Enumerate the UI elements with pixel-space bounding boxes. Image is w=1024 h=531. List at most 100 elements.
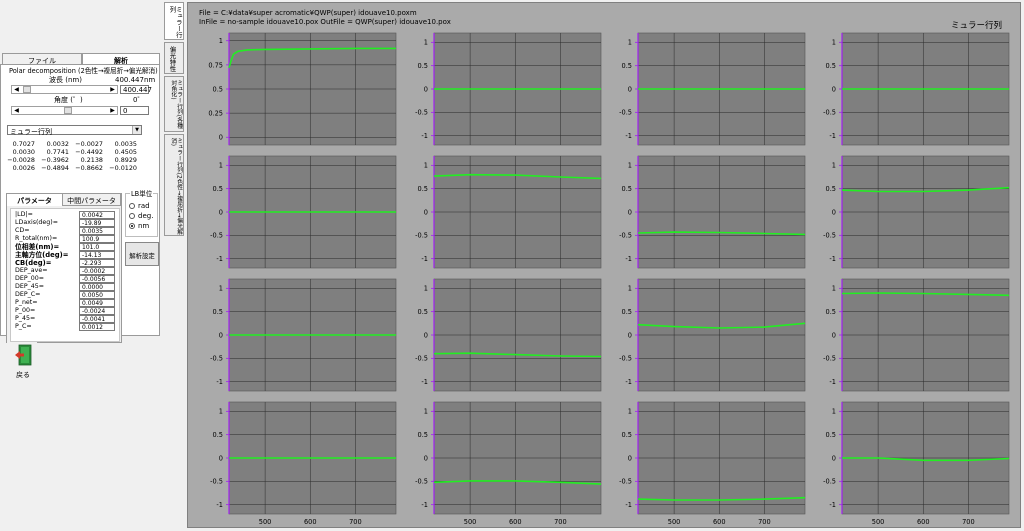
vtab-mueller-matrix[interactable]: ミュラー行列	[164, 2, 184, 40]
arrow-left-icon[interactable]: ◀	[12, 107, 21, 114]
param-value: -0.0056	[79, 275, 115, 283]
y-tick-label: 0.5	[826, 185, 837, 193]
vtab-mueller-diagonalization[interactable]: ミュラー行列(各種対角化)	[164, 76, 184, 132]
slider-thumb[interactable]	[23, 86, 31, 93]
y-tick-label: 1	[219, 285, 223, 293]
wavelength-slider[interactable]: ◀ ▶	[11, 85, 118, 94]
y-tick-label: -0.5	[210, 232, 223, 240]
y-tick-label: 0	[628, 454, 632, 462]
slider-thumb[interactable]	[64, 107, 72, 114]
y-tick-label: -1	[625, 378, 632, 386]
x-tick-label: 700	[962, 518, 975, 526]
matrix-cell: −0.3962	[41, 156, 69, 164]
graph-area: File = C:¥data¥super acromatic¥QWP(super…	[187, 2, 1021, 528]
chart-panel: -1 -0.5 0 0.5 1	[619, 155, 806, 269]
param-value: -19.89	[79, 219, 115, 227]
param-label: DEP_00=	[15, 275, 45, 282]
radio-label: deg.	[138, 212, 154, 220]
y-tick-label: 0.75	[208, 61, 223, 69]
back-button[interactable]: 戻る	[7, 342, 37, 380]
y-tick-label: 0	[219, 331, 223, 339]
display-select[interactable]: ミュラー行列 ▼	[7, 125, 142, 136]
wavelength-input[interactable]: 400.447	[120, 85, 152, 94]
matrix-cell: −0.0120	[109, 164, 137, 172]
x-tick-label: 600	[917, 518, 930, 526]
y-tick-label: 1	[424, 285, 428, 293]
y-tick-label: 0.5	[418, 62, 429, 70]
tab-intermediate-parameters[interactable]: 中間パラメータ	[63, 194, 121, 206]
lb-unit-title: LB単位	[130, 190, 154, 198]
matrix-cell: 0.8929	[114, 156, 137, 164]
x-tick-label: 600	[509, 518, 522, 526]
y-tick-label: 0	[832, 208, 836, 216]
y-tick-label: 0	[424, 208, 428, 216]
y-tick-label: 0	[832, 454, 836, 462]
param-value: 0.0050	[79, 291, 115, 299]
param-value: -0.0041	[79, 315, 115, 323]
chevron-down-icon[interactable]: ▼	[132, 126, 141, 134]
x-tick-label: 500	[872, 518, 885, 526]
vtab-mueller-polar-decomposition[interactable]: ミュラー行列(2色性→複屈折→偏光解消)	[164, 134, 184, 236]
y-tick-label: -0.5	[823, 232, 836, 240]
y-tick-label: -1	[829, 378, 836, 386]
param-value: -0.0024	[79, 307, 115, 315]
radio-nm[interactable]	[129, 223, 135, 229]
arrow-left-icon[interactable]: ◀	[12, 86, 21, 93]
param-value: 100.9	[79, 235, 115, 243]
y-tick-label: -1	[421, 255, 428, 263]
radio-deg[interactable]	[129, 213, 135, 219]
y-tick-label: 0.5	[622, 62, 633, 70]
angle-slider[interactable]: ◀ ▶	[11, 106, 118, 115]
y-tick-label: 0	[628, 208, 632, 216]
y-tick-label: 0.5	[213, 308, 224, 316]
matrix-cell: 0.4505	[114, 148, 137, 156]
arrow-right-icon[interactable]: ▶	[108, 86, 117, 93]
angle-value: 0゜	[133, 96, 145, 104]
y-tick-label: 0.5	[418, 308, 429, 316]
chart-panel: -1 -0.5 0 0.5 1 500 600 700	[619, 401, 806, 526]
param-label: P_00=	[15, 307, 36, 314]
param-label: 主軸方位(deg)=	[15, 251, 69, 259]
x-tick-label: 500	[464, 518, 477, 526]
vtab-polarization-properties[interactable]: 偏光特性	[164, 42, 184, 74]
y-tick-label: 1	[832, 39, 836, 47]
y-tick-label: -1	[625, 132, 632, 140]
y-tick-label: 0.5	[826, 431, 837, 439]
vtab-label: ミュラー行列	[168, 6, 183, 38]
tab-parameters[interactable]: パラメータ	[7, 194, 63, 206]
radio-rad[interactable]	[129, 203, 135, 209]
analysis-settings-button[interactable]: 解析設定	[125, 242, 159, 266]
y-tick-label: -0.5	[823, 355, 836, 363]
vtab-label: ミュラー行列(各種対角化)	[169, 80, 182, 129]
param-label: CD=	[15, 227, 30, 234]
y-tick-label: -0.5	[619, 355, 632, 363]
chart-panel: 0 0.25 0.5 0.75 1	[208, 32, 397, 146]
matrix-cell: −0.0028	[7, 156, 35, 164]
param-label: DEP_45=	[15, 283, 45, 290]
vtab-label: ミュラー行列(2色性→複屈折→偏光解消)	[169, 138, 182, 235]
chart-panel: -1 -0.5 0 0.5 1	[823, 32, 1010, 146]
chart-panel: -1 -0.5 0 0.5 1	[415, 155, 602, 269]
arrow-right-icon[interactable]: ▶	[108, 107, 117, 114]
lb-unit-group: LB単位 rad deg. nm	[125, 190, 158, 237]
matrix-cell: 0.0026	[12, 164, 35, 172]
back-label: 戻る	[16, 371, 30, 379]
y-tick-label: 0	[628, 331, 632, 339]
angle-input[interactable]: 0	[120, 106, 149, 115]
y-tick-label: -0.5	[619, 109, 632, 117]
parameter-frame: パラメータ 中間パラメータ |LD|= 0.0042 LDaxis(deg)= …	[6, 193, 122, 343]
param-label: CB(deg)=	[15, 259, 52, 267]
y-tick-label: 0.5	[826, 62, 837, 70]
y-tick-label: 0	[219, 208, 223, 216]
angle-label: 角度 (゜)	[54, 96, 83, 104]
chart-panel: -1 -0.5 0 0.5 1 500 600 700	[415, 401, 602, 526]
param-value: 0.0042	[79, 211, 115, 219]
y-tick-label: -0.5	[210, 355, 223, 363]
y-tick-label: 1	[628, 408, 632, 416]
param-label: P_net=	[15, 299, 38, 306]
y-tick-label: 0.5	[418, 431, 429, 439]
y-tick-label: -0.5	[415, 355, 428, 363]
y-tick-label: -0.5	[415, 478, 428, 486]
param-value: -14.13	[79, 251, 115, 259]
y-tick-label: 0.5	[622, 185, 633, 193]
